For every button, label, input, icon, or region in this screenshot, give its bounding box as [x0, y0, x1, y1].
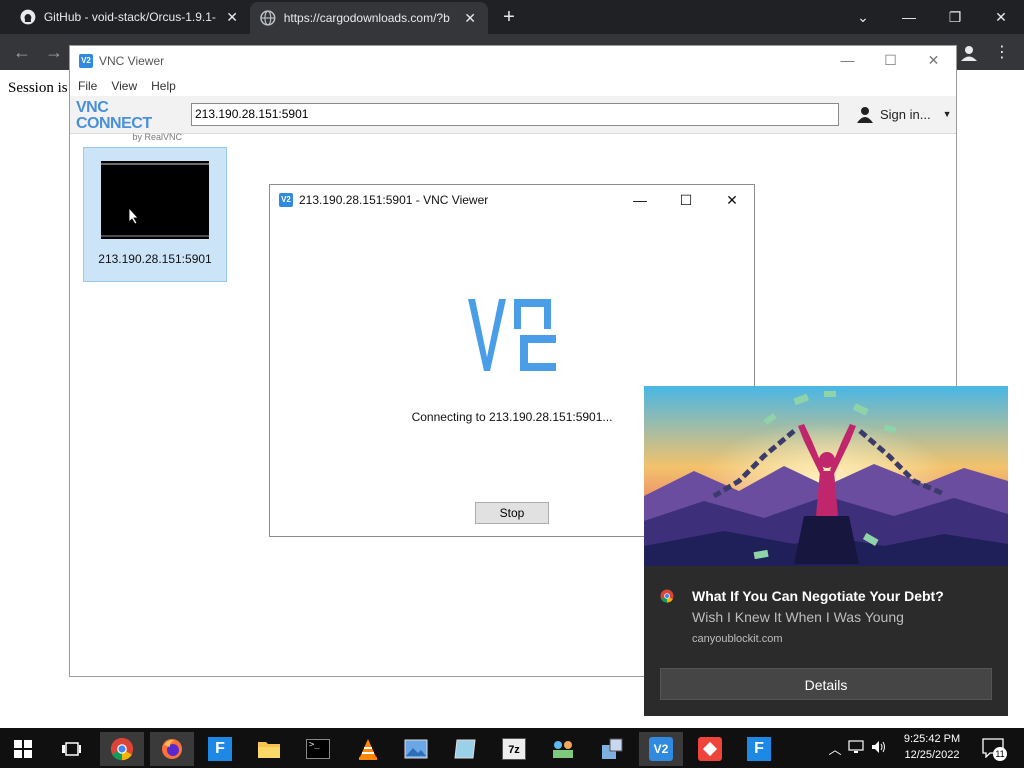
dialog-title: 213.190.28.151:5901 - VNC Viewer: [299, 193, 489, 207]
maximize-icon[interactable]: ☐: [869, 46, 912, 76]
close-tab-icon[interactable]: ✕: [224, 9, 240, 26]
anydesk-icon[interactable]: [688, 732, 732, 766]
file-explorer-icon[interactable]: [247, 732, 291, 766]
stop-button[interactable]: Stop: [475, 502, 549, 524]
vnc-window-controls: — ☐ ✕: [826, 46, 956, 76]
image-viewer-icon[interactable]: [394, 732, 438, 766]
7zip-icon[interactable]: 7z: [492, 732, 536, 766]
minimize-icon[interactable]: —: [617, 185, 663, 215]
minimize-icon[interactable]: —: [886, 0, 932, 34]
menu-file[interactable]: File: [78, 79, 97, 93]
notification-title: What If You Can Negotiate Your Debt?: [692, 588, 944, 604]
brand-name: VNC CONNECT: [76, 99, 152, 132]
chevron-up-icon[interactable]: ︿: [826, 739, 844, 758]
chrome-taskbar-icon[interactable]: [100, 732, 144, 766]
minimize-icon[interactable]: —: [826, 46, 869, 76]
back-arrow-icon[interactable]: ←: [10, 40, 34, 64]
control-panel-icon[interactable]: [590, 732, 634, 766]
restore-icon[interactable]: ❐: [932, 0, 978, 34]
vnc-toolbar: VNC CONNECT by RealVNC 213.190.28.151:59…: [70, 96, 956, 143]
vlc-icon[interactable]: [346, 732, 390, 766]
start-windows-icon[interactable]: [12, 738, 34, 760]
tab-cargodownloads[interactable]: https://cargodownloads.com/?b ✕: [250, 2, 488, 34]
kebab-menu-icon[interactable]: ⋮: [992, 42, 1012, 64]
github-icon: [20, 9, 36, 25]
vnc-window-titlebar: V2 VNC Viewer: [70, 46, 956, 76]
connection-preview: [101, 161, 209, 239]
chrome-icon: [660, 589, 674, 603]
sign-in-button[interactable]: Sign in... ▼: [856, 105, 952, 123]
tab-github[interactable]: GitHub - void-stack/Orcus-1.9.1- ✕: [10, 0, 250, 34]
tab-title: GitHub - void-stack/Orcus-1.9.1-: [43, 10, 216, 24]
vnc-connect-logo: VNC CONNECT by RealVNC: [76, 99, 184, 143]
user-icon: [857, 107, 873, 123]
details-button[interactable]: Details: [660, 668, 992, 700]
profile-icon[interactable]: [958, 42, 980, 64]
volume-icon[interactable]: [868, 740, 890, 757]
action-center-icon[interactable]: 11: [982, 738, 1008, 761]
mouse-cursor-icon: [128, 207, 139, 225]
task-view-icon[interactable]: [60, 738, 82, 760]
forward-arrow-icon[interactable]: →: [42, 40, 66, 64]
close-icon[interactable]: ✕: [912, 46, 955, 76]
terminal-icon[interactable]: >_: [296, 732, 340, 766]
address-input[interactable]: 213.190.28.151:5901: [191, 103, 839, 126]
page-text: Session is: [8, 80, 68, 96]
menu-view[interactable]: View: [111, 79, 137, 93]
new-tab-button[interactable]: +: [498, 6, 520, 28]
app-f-taskbar-icon[interactable]: F: [198, 732, 242, 766]
vnc-viewer-taskbar-icon[interactable]: V2: [639, 732, 683, 766]
system-tray: ︿: [826, 728, 890, 768]
connection-thumbnail[interactable]: 213.190.28.151:5901: [83, 147, 227, 282]
firefox-taskbar-icon[interactable]: [150, 732, 194, 766]
maximize-icon[interactable]: ☐: [663, 185, 709, 215]
sign-in-label: Sign in...: [880, 106, 931, 122]
notification-count-badge: 11: [993, 747, 1007, 761]
notification-toast[interactable]: What If You Can Negotiate Your Debt? Wis…: [644, 386, 1008, 716]
network-icon[interactable]: [844, 739, 868, 757]
close-icon[interactable]: ✕: [709, 185, 755, 215]
dropdown-arrow-icon: ▼: [942, 109, 952, 119]
notes-app-icon[interactable]: [443, 732, 487, 766]
close-icon[interactable]: ✕: [978, 0, 1024, 34]
vnc-app-icon: V2: [279, 193, 293, 207]
tab-search-chevron-icon[interactable]: ⌄: [840, 0, 886, 34]
close-tab-icon[interactable]: ✕: [462, 10, 478, 27]
clock-date: 12/25/2022: [904, 749, 960, 761]
brand-tagline: by RealVNC: [132, 132, 182, 142]
window-title: VNC Viewer: [99, 54, 165, 68]
menu-help[interactable]: Help: [151, 79, 176, 93]
tab-title: https://cargodownloads.com/?b: [283, 11, 450, 25]
notification-image: [644, 386, 1008, 566]
vnc-logo-icon: [468, 299, 556, 371]
notification-source: canyoublockit.com: [692, 633, 783, 645]
clock-time: 9:25:42 PM: [903, 733, 961, 745]
vnc-app-icon: V2: [79, 54, 93, 68]
taskbar-clock[interactable]: 9:25:42 PM 12/25/2022: [892, 731, 972, 763]
network-app-icon[interactable]: [541, 732, 585, 766]
notification-subtitle: Wish I Knew It When I Was Young: [692, 609, 904, 625]
vnc-menu-bar: File View Help: [70, 76, 956, 96]
thumbnail-label: 213.190.28.151:5901: [98, 252, 212, 266]
globe-icon: [260, 10, 276, 26]
app-f2-taskbar-icon[interactable]: F: [737, 732, 781, 766]
